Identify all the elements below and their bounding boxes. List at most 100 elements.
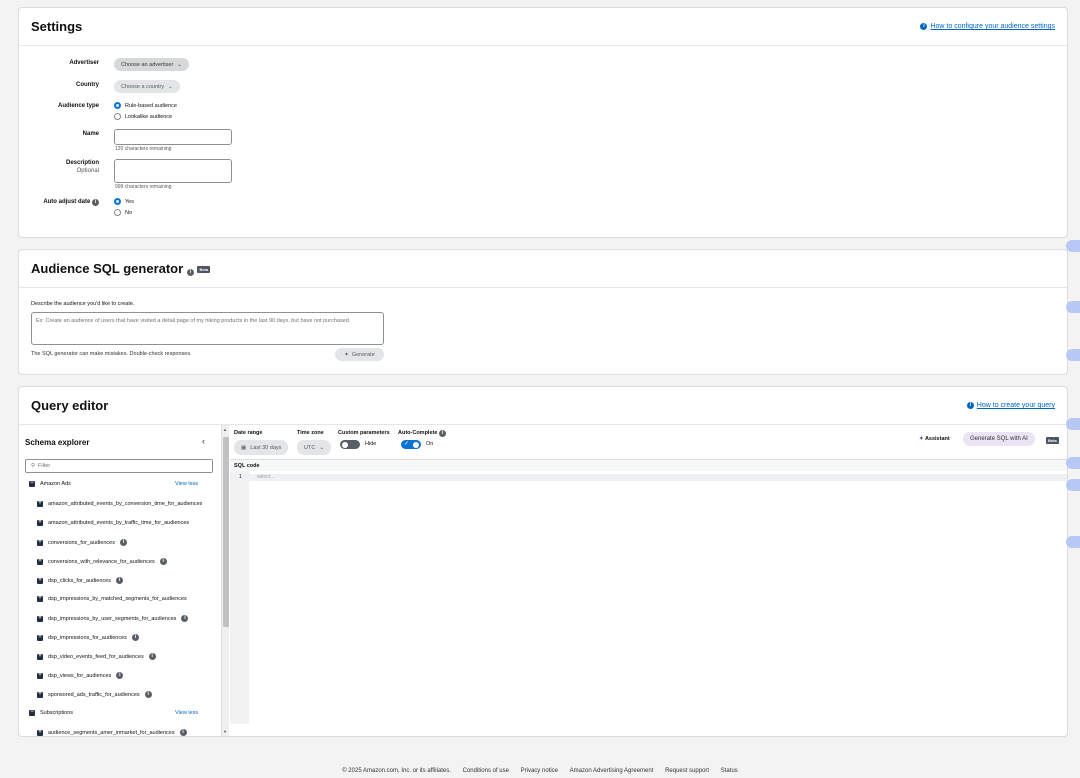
info-icon: i xyxy=(92,199,99,206)
side-tab[interactable] xyxy=(1066,301,1080,313)
generate-button-label: Generate xyxy=(351,351,375,358)
schema-group-amazon-ads[interactable]: − Amazon Ads View less xyxy=(29,480,219,487)
advertiser-select[interactable]: Choose an advertiser ⌄ xyxy=(114,58,189,71)
schema-group-name: Subscriptions xyxy=(40,710,74,716)
assistant-label: Assistant xyxy=(924,436,950,442)
schema-filter-input[interactable]: ⚲ Filter xyxy=(25,459,213,473)
country-label: Country xyxy=(76,82,99,88)
view-less-link[interactable]: View less xyxy=(175,710,198,716)
query-editor-header: Query editor i How to create your query xyxy=(19,387,1067,425)
footer-link-conditions[interactable]: Conditions of use xyxy=(463,768,509,774)
query-help-link[interactable]: i How to create your query xyxy=(966,402,1055,409)
schema-table-row[interactable]: + dsp_impressions_by_user_segments_for_au… xyxy=(37,615,189,622)
schema-table-name: audience_segments_amer_inmarket_for_audi… xyxy=(48,729,175,736)
scroll-up-icon[interactable]: ▲ xyxy=(223,427,227,432)
assistant-label-wrap[interactable]: ✦ Assistant xyxy=(919,436,950,442)
schema-table-row[interactable]: + dsp_views_for_audiences i xyxy=(37,672,124,679)
expand-icon[interactable]: + xyxy=(37,577,43,584)
side-tab[interactable] xyxy=(1066,418,1080,430)
sql-code-editor[interactable]: 1 select... xyxy=(230,471,1067,724)
footer-link-privacy[interactable]: Privacy notice xyxy=(521,768,558,774)
query-main-area: Date range ▦ Last 30 days Time zone UTC ⌄ … xyxy=(230,425,1067,736)
auto-adjust-no-radio[interactable]: No xyxy=(114,209,132,216)
toggle-knob xyxy=(413,441,419,448)
name-input[interactable] xyxy=(114,129,232,145)
expand-icon[interactable]: + xyxy=(37,634,43,641)
schema-table-name: dsp_video_events_feed_for_audiences xyxy=(48,653,144,660)
expand-icon[interactable]: + xyxy=(37,558,43,565)
schema-table-row[interactable]: + conversions_for_audiences i xyxy=(37,539,127,546)
audience-type-rule-radio[interactable]: Rule-based audience xyxy=(114,102,177,109)
sql-generator-header: Audience SQL generator i Beta xyxy=(19,250,1067,288)
info-icon: i xyxy=(159,558,167,565)
schema-table-row[interactable]: + dsp_clicks_for_audiences i xyxy=(37,577,123,584)
description-optional: Optional xyxy=(76,168,99,174)
expand-icon[interactable]: + xyxy=(37,520,43,526)
schema-scrollbar[interactable]: ▲ ▼ xyxy=(221,425,229,736)
schema-table-row[interactable]: + amazon_attributed_events_by_conversion_… xyxy=(37,501,202,507)
name-hint: 120 characters remaining xyxy=(115,146,172,152)
side-tab[interactable] xyxy=(1066,240,1080,252)
date-range-label: Date range xyxy=(234,430,263,436)
advertiser-label: Advertiser xyxy=(69,60,99,66)
generate-button[interactable]: ✦ Generate xyxy=(335,348,384,361)
expand-icon[interactable]: + xyxy=(37,596,43,602)
side-tab[interactable] xyxy=(1066,479,1080,491)
info-icon: i xyxy=(186,269,194,276)
expand-icon[interactable]: + xyxy=(37,672,43,679)
footer-link-status[interactable]: Status xyxy=(721,768,738,774)
auto-adjust-no-label: No xyxy=(125,209,133,216)
expand-icon[interactable]: + xyxy=(37,653,43,660)
autocomplete-state: On xyxy=(426,441,434,447)
expand-icon[interactable]: + xyxy=(37,615,43,622)
schema-table-row[interactable]: + audience_segments_amer_inmarket_for_aud… xyxy=(37,729,187,736)
radio-unselected-icon xyxy=(114,209,121,216)
country-select[interactable]: Choose a country ⌄ xyxy=(114,80,180,93)
collapse-icon[interactable]: − xyxy=(29,480,35,487)
expand-icon[interactable]: + xyxy=(37,539,43,546)
autocomplete-toggle[interactable]: ✓ xyxy=(401,440,421,449)
description-textarea[interactable] xyxy=(114,159,232,183)
sparkle-icon: ✦ xyxy=(344,351,349,358)
auto-adjust-yes-radio[interactable]: Yes xyxy=(114,198,134,205)
sql-generator-title: Audience SQL generator xyxy=(31,261,184,276)
settings-help-link-text[interactable]: How to configure your audience settings xyxy=(930,23,1055,30)
collapse-icon[interactable]: − xyxy=(29,709,35,716)
audience-type-lookalike-radio[interactable]: Lookalike audience xyxy=(114,113,172,120)
schema-table-row[interactable]: + dsp_video_events_feed_for_audiences i xyxy=(37,653,156,660)
schema-group-subscriptions[interactable]: − Subscriptions View less xyxy=(29,709,219,716)
expand-icon[interactable]: + xyxy=(37,691,43,698)
settings-help-link[interactable]: i How to configure your audience settings xyxy=(920,23,1055,30)
schema-table-name: dsp_impressions_by_user_segments_for_aud… xyxy=(48,615,177,622)
calendar-icon: ▦ xyxy=(241,444,247,451)
settings-panel: Settings i How to configure your audience… xyxy=(18,7,1068,238)
collapse-chevron-icon[interactable]: ‹ xyxy=(202,436,205,446)
schema-table-row[interactable]: + conversions_with_relevance_for_audience… xyxy=(37,558,167,565)
query-help-link-text[interactable]: How to create your query xyxy=(977,402,1055,409)
footer-link-agreement[interactable]: Amazon Advertising Agreement xyxy=(570,768,654,774)
schema-table-row[interactable]: + dsp_impressions_by_matched_segments_for… xyxy=(37,596,187,602)
info-icon: i xyxy=(131,634,139,641)
chevron-down-icon: ⌄ xyxy=(168,83,173,90)
schema-group-name: Amazon Ads xyxy=(40,481,71,487)
side-tab[interactable] xyxy=(1066,349,1080,361)
date-range-button[interactable]: ▦ Last 30 days xyxy=(234,440,289,455)
time-zone-select[interactable]: UTC ⌄ xyxy=(297,440,331,455)
search-icon: ⚲ xyxy=(31,463,36,469)
view-less-link[interactable]: View less xyxy=(175,481,198,487)
scroll-down-icon[interactable]: ▼ xyxy=(223,729,227,734)
side-tab[interactable] xyxy=(1066,457,1080,469)
expand-icon[interactable]: + xyxy=(37,501,43,507)
schema-table-row[interactable]: + amazon_attributed_events_by_traffic_tim… xyxy=(37,520,189,526)
side-tab[interactable] xyxy=(1066,536,1080,548)
expand-icon[interactable]: + xyxy=(37,729,43,736)
scrollbar-thumb[interactable] xyxy=(223,437,229,627)
sql-generator-title-wrap: Audience SQL generator i Beta xyxy=(31,261,211,276)
schema-table-row[interactable]: + dsp_impressions_for_audiences i xyxy=(37,634,139,641)
sql-generator-textarea[interactable]: Ex: Create an audience of users that hav… xyxy=(31,312,384,345)
editor-line[interactable]: 1 select... xyxy=(230,474,1067,481)
custom-params-toggle[interactable] xyxy=(340,440,360,449)
footer-link-support[interactable]: Request support xyxy=(665,768,709,774)
schema-table-row[interactable]: + sponsored_ads_traffic_for_audiences i xyxy=(37,691,152,698)
generate-sql-ai-button[interactable]: Generate SQL with AI xyxy=(963,432,1035,446)
